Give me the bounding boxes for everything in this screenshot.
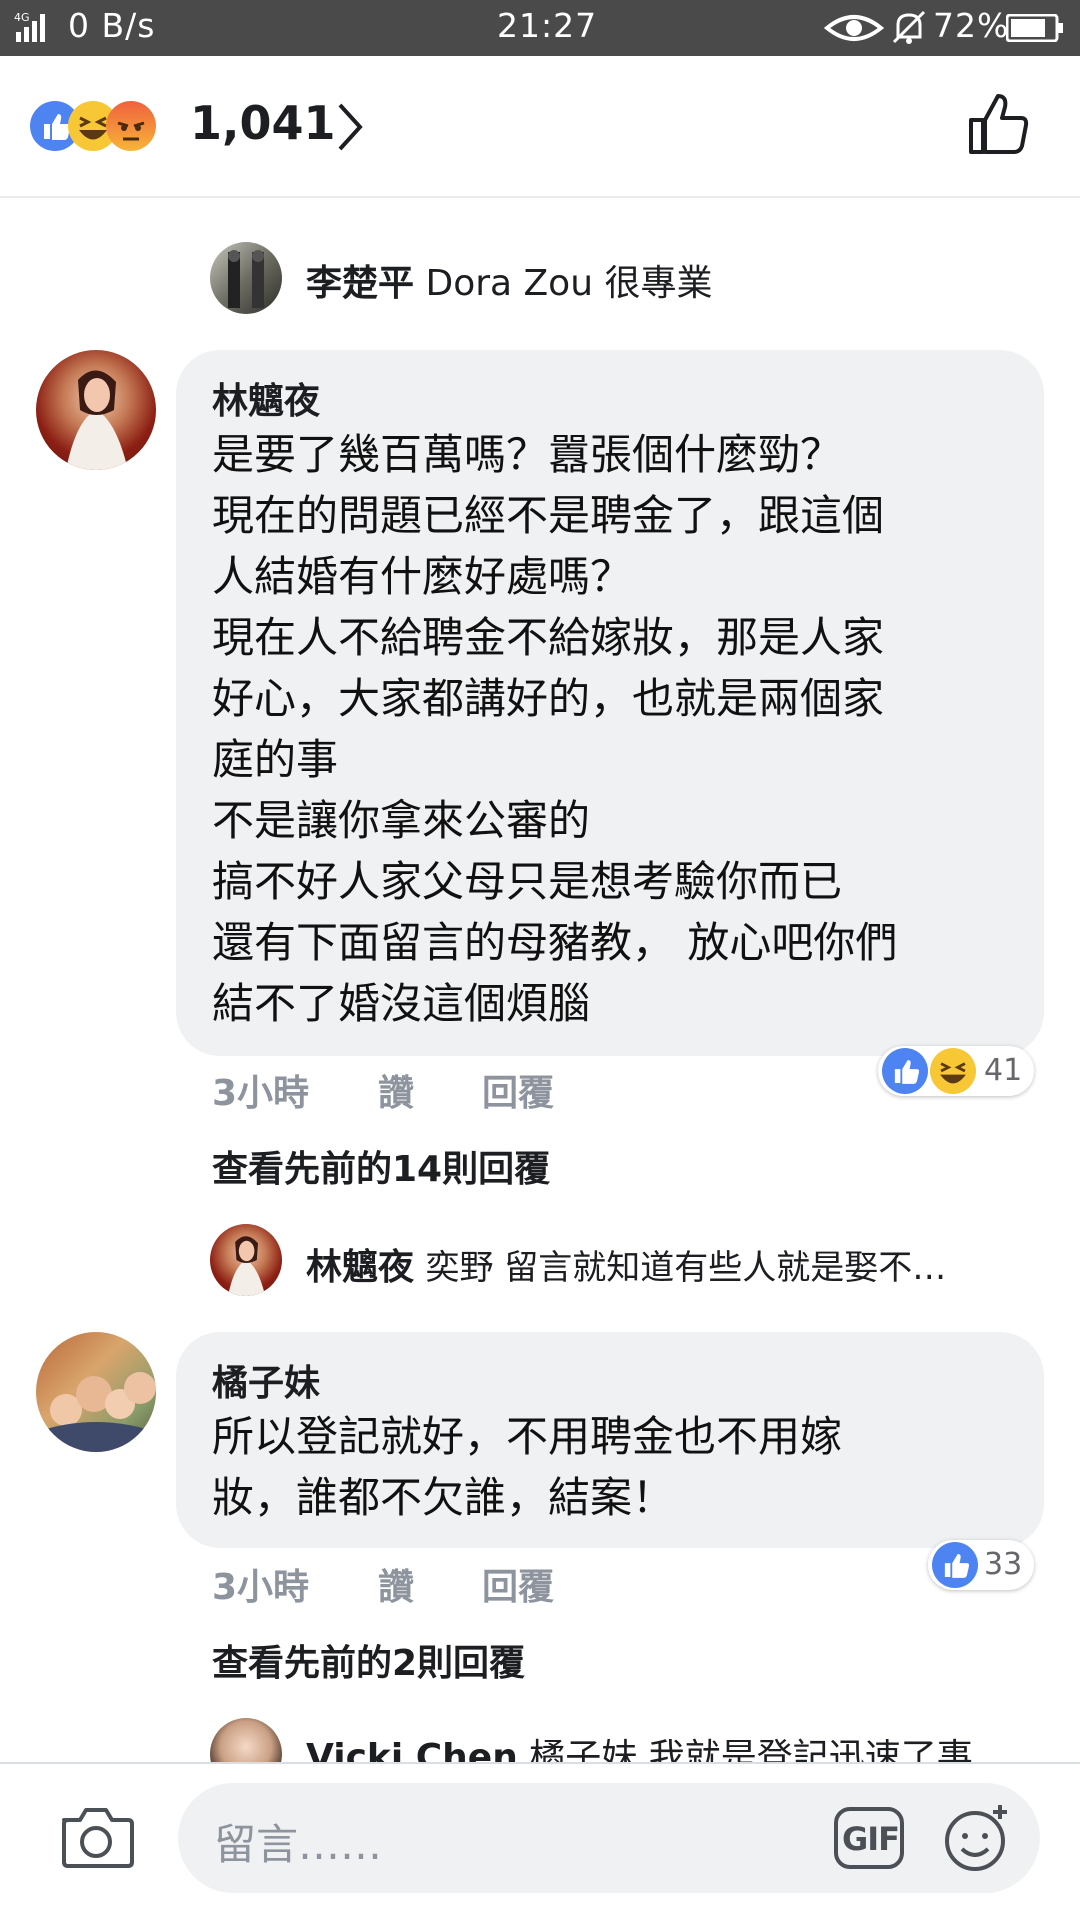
composer-divider xyxy=(0,1762,1080,1764)
header-divider xyxy=(0,196,1080,198)
view-previous-replies[interactable]: 查看先前的2則回覆 xyxy=(212,1634,525,1686)
comment-line: 現在的問題已經不是聘金了，跟這個 xyxy=(212,491,885,540)
reply-link[interactable]: 回覆 xyxy=(482,1558,554,1610)
thumbs-up-icon[interactable] xyxy=(968,92,1030,160)
comment-line: 結不了婚沒這個煩腦 xyxy=(212,979,591,1028)
reaction-count: 41 xyxy=(984,1053,1023,1088)
reply-author[interactable]: Vicki Chen xyxy=(306,1737,518,1762)
comment-line: 所以登記就好，不用聘金也不用嫁 xyxy=(212,1412,843,1461)
avatar[interactable] xyxy=(36,1332,156,1452)
comment-time: 3小時 xyxy=(212,1073,310,1114)
gif-button[interactable]: GIF xyxy=(834,1807,904,1869)
avatar[interactable] xyxy=(210,1718,282,1762)
comment-line: 現在人不給聘金不給嫁妝，那是人家 xyxy=(212,613,885,662)
reply-snippet: Dora Zou 很專業 xyxy=(425,263,713,304)
reply-preview-clip: Vicki Chen 橘子妹 我就是登記迅速了事 xyxy=(0,1700,1080,1762)
comment-reactions[interactable]: 33 xyxy=(928,1540,1034,1590)
comment-line: 人結婚有什麼好處嗎？ xyxy=(212,552,633,601)
reply-preview[interactable]: 林魑夜 奕野 留言就知道有些人就是娶不… xyxy=(306,1238,946,1290)
like-icon xyxy=(882,1048,928,1094)
reaction-count: 33 xyxy=(984,1547,1023,1582)
reply-snippet: 奕野 留言就知道有些人就是娶不… xyxy=(425,1248,947,1288)
haha-icon xyxy=(930,1048,976,1094)
comment-line: 還有下面留言的母豬教， 放心吧你們 xyxy=(212,918,898,967)
comment-line: 是要了幾百萬嗎？囂張個什麼勁？ xyxy=(212,430,843,479)
svg-text:4G: 4G xyxy=(14,11,30,24)
like-link[interactable]: 讚 xyxy=(378,1064,414,1116)
sticker-icon[interactable] xyxy=(942,1803,1012,1877)
battery-icon xyxy=(1005,13,1064,46)
comment-body: 所以登記就好，不用聘金也不用嫁 妝，誰都不欠誰，結案！ xyxy=(212,1406,842,1528)
reply-link[interactable]: 回覆 xyxy=(482,1064,554,1116)
chevron-right-icon[interactable] xyxy=(335,102,365,156)
comment-author[interactable]: 橘子妹 xyxy=(212,1354,320,1406)
mute-bell-icon xyxy=(892,10,926,50)
angry-icon xyxy=(106,101,156,151)
view-previous-replies[interactable]: 查看先前的14則回覆 xyxy=(212,1140,550,1192)
comment-time: 3小時 xyxy=(212,1567,310,1608)
signal-icon: 4G xyxy=(14,10,58,44)
eye-icon xyxy=(823,12,885,48)
comment-line: 庭的事 xyxy=(212,735,339,784)
comment-author[interactable]: 林魑夜 xyxy=(212,372,320,424)
status-bar: 4G 0 B/s 21:27 72% xyxy=(0,0,1080,56)
comment-line: 搞不好人家父母只是想考驗你而已 xyxy=(212,857,843,906)
avatar[interactable] xyxy=(210,1224,282,1296)
like-icon xyxy=(932,1542,978,1588)
avatar[interactable] xyxy=(210,242,282,314)
clock: 21:27 xyxy=(497,6,598,45)
comment-body: 是要了幾百萬嗎？囂張個什麼勁？ 現在的問題已經不是聘金了，跟這個 人結婚有什麼好… xyxy=(212,424,897,1034)
battery-percent: 72% xyxy=(933,6,1010,45)
gif-label: GIF xyxy=(842,1820,900,1858)
comment-placeholder: 留言…… xyxy=(214,1820,383,1869)
comment-input[interactable]: 留言…… GIF xyxy=(178,1783,1040,1893)
reaction-count: 1,041 xyxy=(190,96,336,150)
avatar[interactable] xyxy=(36,350,156,470)
reply-snippet: 橘子妹 我就是登記迅速了事 xyxy=(529,1737,973,1762)
network-speed: 0 B/s xyxy=(68,6,156,45)
comment-line: 好心，大家都講好的，也就是兩個家 xyxy=(212,674,885,723)
comment-line: 不是讓你拿來公審的 xyxy=(212,796,591,845)
reply-preview[interactable]: 李楚平 Dora Zou 很專業 xyxy=(306,254,712,306)
comment-reactions[interactable]: 41 xyxy=(878,1046,1034,1096)
reply-author[interactable]: 林魑夜 xyxy=(306,1247,414,1288)
reply-author[interactable]: 李楚平 xyxy=(306,263,414,304)
reply-preview[interactable]: Vicki Chen 橘子妹 我就是登記迅速了事 xyxy=(306,1728,973,1762)
comment-line: 妝，誰都不欠誰，結案！ xyxy=(212,1473,675,1522)
like-link[interactable]: 讚 xyxy=(378,1558,414,1610)
reactions-summary[interactable]: 1,041 xyxy=(30,96,390,156)
camera-icon[interactable] xyxy=(58,1804,134,1874)
